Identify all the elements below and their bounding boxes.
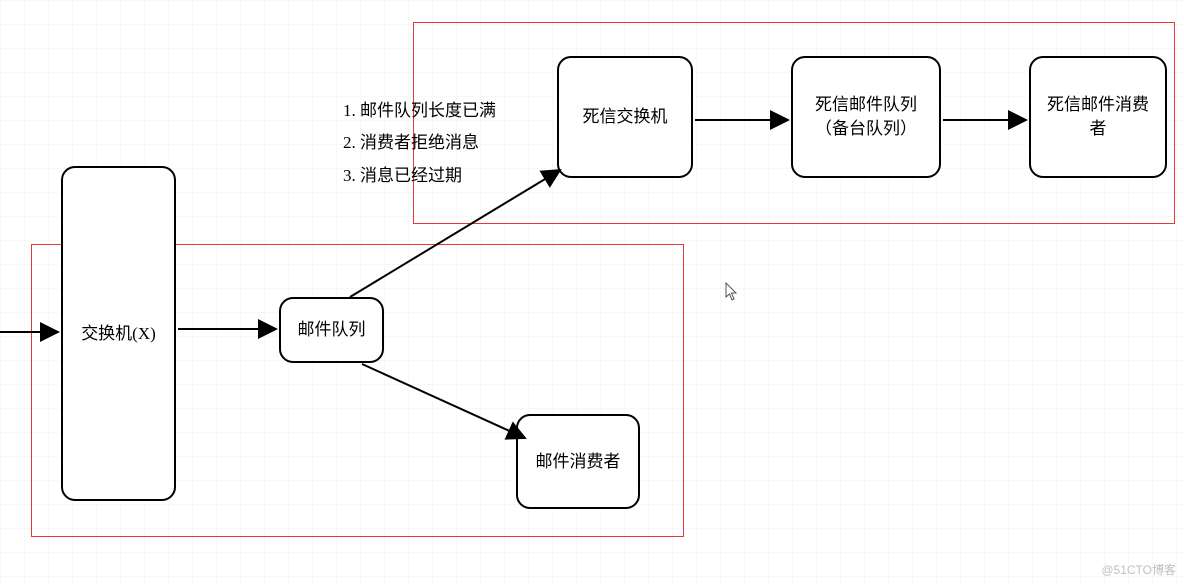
node-label: 交换机(X) (81, 322, 156, 346)
node-label: 邮件消费者 (536, 450, 621, 474)
node-label: 邮件队列 (298, 318, 366, 342)
watermark: @51CTO博客 (1101, 561, 1176, 578)
annotation-line: 1. 邮件队列长度已满 (343, 95, 496, 127)
watermark-text: @51CTO博客 (1101, 563, 1176, 577)
node-mail-consumer: 邮件消费者 (516, 414, 640, 509)
annotation-line: 3. 消息已经过期 (343, 160, 496, 192)
annotation-line: 2. 消费者拒绝消息 (343, 127, 496, 159)
node-label: 死信邮件队列 （备台队列） (815, 93, 917, 141)
node-dead-letter-consumer: 死信邮件消费 者 (1029, 56, 1167, 178)
cursor-icon (725, 282, 739, 302)
node-exchange-x: 交换机(X) (61, 166, 176, 501)
node-dead-letter-exchange: 死信交换机 (557, 56, 693, 178)
annotation-conditions: 1. 邮件队列长度已满 2. 消费者拒绝消息 3. 消息已经过期 (343, 95, 496, 192)
node-label: 死信交换机 (583, 105, 668, 129)
node-mail-queue: 邮件队列 (279, 297, 384, 363)
node-dead-letter-queue: 死信邮件队列 （备台队列） (791, 56, 941, 178)
node-label: 死信邮件消费 者 (1047, 93, 1149, 141)
